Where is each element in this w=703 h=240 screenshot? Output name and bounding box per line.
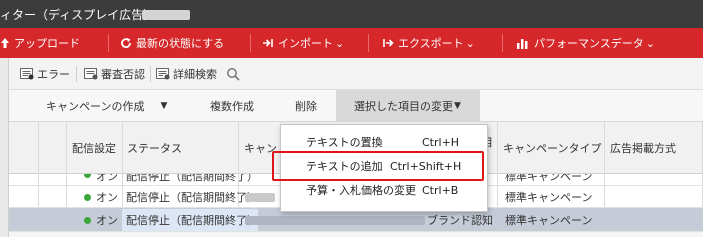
export-icon <box>383 39 394 47</box>
chevron-down-icon: ⌄ <box>465 36 475 50</box>
import-label: インポート <box>278 37 333 50</box>
campaign-type-value: 標準キャンペーン <box>505 174 593 183</box>
status-value: 配信停止（配信期間終了） <box>126 191 258 204</box>
account-name-redacted <box>142 10 190 20</box>
left-panel-edge[interactable] <box>0 58 9 237</box>
header-campaign-type[interactable]: キャンペーンタイプ <box>503 122 601 174</box>
upload-icon <box>1 38 9 48</box>
performance-data-button[interactable]: パフォーマンスデータ ⌄ <box>516 28 655 58</box>
error-filter-button[interactable]: エラー <box>20 64 70 84</box>
upload-button[interactable]: アップロード <box>0 28 80 58</box>
change-selected-items-button[interactable]: 選択した項目の変更 ▼ <box>336 90 480 122</box>
caret-down-icon: ▼ <box>454 101 461 111</box>
create-campaign-label: キャンペーンの作成 <box>46 100 145 113</box>
import-icon <box>263 39 273 47</box>
toolbar-divider <box>502 34 503 52</box>
change-selected-label: 選択した項目の変更 <box>354 100 453 113</box>
delivery-value: オン <box>96 214 118 227</box>
window-title: ィター（ディスプレイ広告） <box>0 8 156 22</box>
error-filter-label: エラー <box>37 68 70 81</box>
filter-separator <box>76 66 77 82</box>
header-status[interactable]: ステータス <box>127 122 182 174</box>
campaign-name-redacted <box>245 193 275 202</box>
export-label: エクスポート <box>398 37 464 50</box>
table-row <box>9 232 703 237</box>
status-on-dot <box>84 194 91 201</box>
detail-search-button[interactable]: 詳細検索 <box>156 64 217 84</box>
delete-button[interactable]: 削除 <box>295 90 317 122</box>
toolbar-divider <box>250 34 251 52</box>
campaign-type-value: 標準キャンペーン <box>505 191 593 204</box>
header-delivery-setting[interactable]: 配信設定 <box>72 122 116 174</box>
import-button[interactable]: インポート ⌄ <box>262 28 344 58</box>
menu-item-shortcut: Ctrl+H <box>422 135 460 149</box>
export-button[interactable]: エクスポート ⌄ <box>382 28 475 58</box>
performance-label: パフォーマンスデータ <box>534 37 644 50</box>
detail-search-label: 詳細検索 <box>173 68 217 81</box>
review-rejected-filter-button[interactable]: 審査否認 <box>84 64 145 84</box>
bulk-create-button[interactable]: 複数作成 <box>210 90 254 122</box>
refresh-button[interactable]: 最新の状態にする <box>120 28 224 58</box>
review-rejected-label: 審査否認 <box>101 68 145 81</box>
review-rejected-icon <box>84 68 98 80</box>
objective-value: ブランド認知 <box>427 214 493 227</box>
highlight-annotation-box <box>272 151 484 181</box>
upload-label: アップロード <box>14 37 80 50</box>
refresh-label: 最新の状態にする <box>136 37 225 50</box>
chevron-down-icon: ⌄ <box>335 36 345 50</box>
toolbar-divider <box>108 34 109 52</box>
error-list-icon <box>20 68 34 80</box>
refresh-icon <box>121 38 131 49</box>
menu-item-label: テキストの置換 <box>306 136 383 149</box>
menu-item-shortcut: Ctrl+B <box>422 183 459 197</box>
menu-item-label: 予算・入札価格の変更 <box>306 184 416 197</box>
delivery-value: オン <box>96 191 118 204</box>
menu-item-replace-text[interactable]: テキストの置換 Ctrl+H <box>282 131 486 153</box>
filter-separator <box>150 66 151 82</box>
status-value: 配信停止（配信期間終了） <box>122 209 258 231</box>
delivery-value: オン <box>96 174 118 183</box>
status-on-dot <box>84 217 91 224</box>
bulk-create-label: 複数作成 <box>210 100 254 113</box>
search-button[interactable] <box>226 64 240 84</box>
campaign-type-value: 標準キャンペーン <box>505 214 593 227</box>
menu-item-change-budget-bid[interactable]: 予算・入札価格の変更 Ctrl+B <box>282 179 486 201</box>
campaign-name-redacted <box>245 216 425 225</box>
delete-label: 削除 <box>295 100 317 113</box>
status-on-dot <box>84 174 91 178</box>
header-ad-format[interactable]: 広告掲載方式 <box>610 122 676 174</box>
status-value: 配信停止（配信期間終了） <box>126 174 258 183</box>
chevron-down-icon: ⌄ <box>645 36 655 50</box>
bar-chart-icon <box>517 39 528 49</box>
search-icon <box>227 68 240 81</box>
create-campaign-button[interactable]: キャンペーンの作成 ▼ <box>46 90 167 122</box>
caret-down-icon[interactable]: ▼ <box>160 101 167 111</box>
detail-search-icon <box>156 68 170 80</box>
toolbar-divider <box>368 34 369 52</box>
